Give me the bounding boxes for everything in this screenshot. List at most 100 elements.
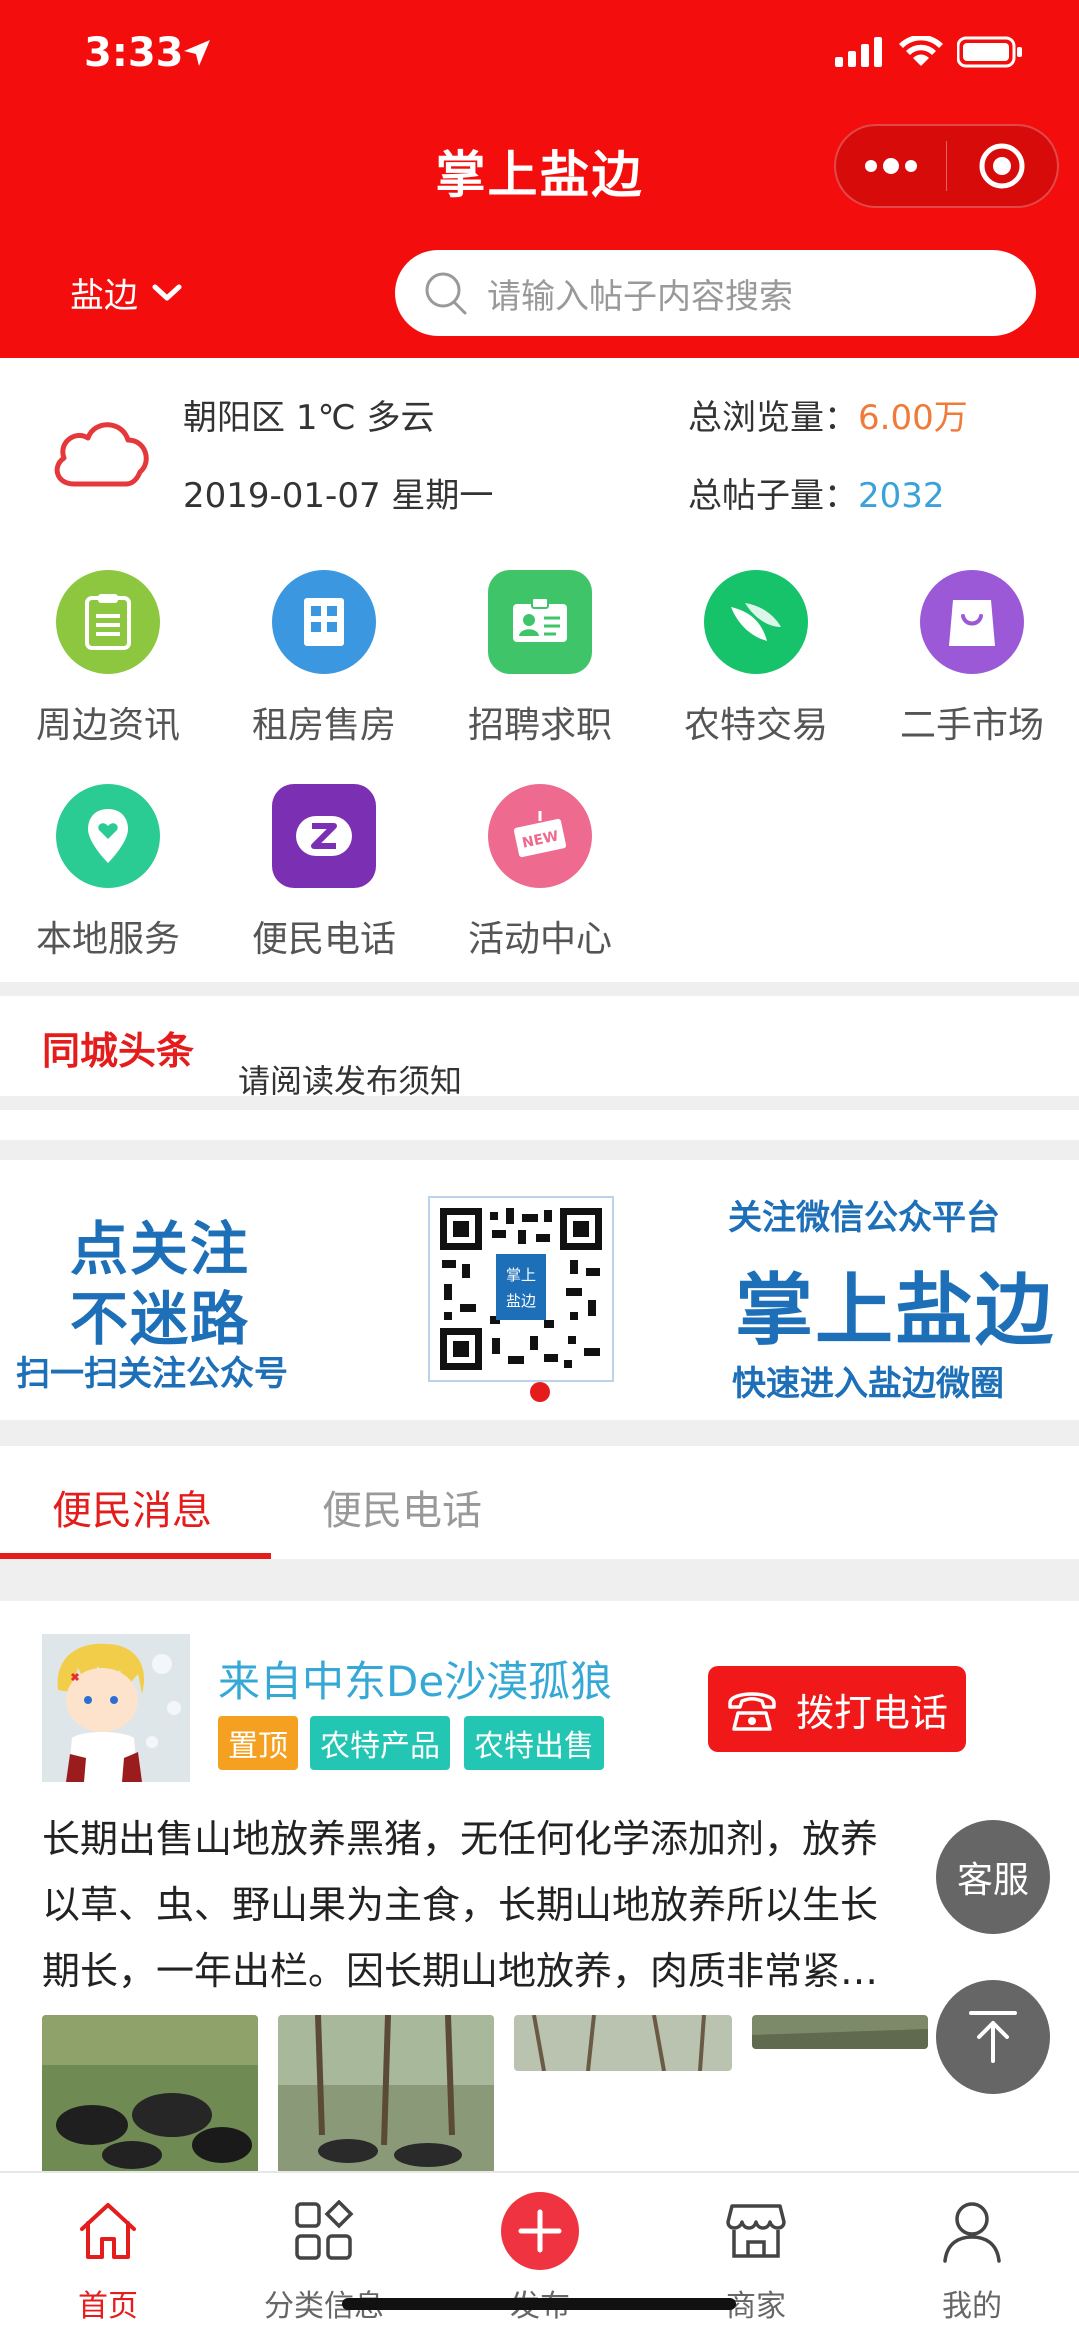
phone-app-icon: [272, 784, 376, 888]
total-posts-value: 2032: [858, 476, 945, 516]
post-text-line[interactable]: 以草、虫、野山果为主食，长期山地放养所以生长: [42, 1874, 878, 1929]
date-line: 2019-01-07 星期一: [183, 468, 493, 517]
search-icon: [425, 272, 467, 315]
post-photo[interactable]: [278, 2015, 494, 2175]
user-icon: [922, 2191, 1022, 2271]
category-item-news[interactable]: 周边资讯: [0, 570, 216, 748]
app-header: 3:33 掌上盐边 盐边 请输入帖子内容搜索: [0, 0, 1079, 358]
headline-title: 同城头条: [42, 1029, 195, 1073]
tabbar-item-merchants[interactable]: 商家: [648, 2173, 864, 2337]
category-item-jobs[interactable]: 招聘求职: [432, 570, 648, 748]
customer-service-label: 客服: [956, 1860, 1029, 1901]
store-icon: [706, 2191, 806, 2271]
cloud-icon: [54, 422, 149, 487]
section-divider: [0, 1559, 1079, 1601]
building-icon: [272, 570, 376, 674]
post-username[interactable]: 来自中东De沙漠孤狼: [218, 1648, 612, 1709]
qr-center-text-top: 掌上: [506, 1266, 536, 1284]
section-divider: [0, 1420, 1079, 1446]
total-posts-label: 总帖子量：: [688, 476, 858, 516]
info-strip: 朝阳区 1℃ 多云 2019-01-07 星期一 总浏览量：6.00万 总帖子量…: [0, 358, 1079, 553]
telephone-icon: [728, 1692, 776, 1731]
category-label: 活动中心: [467, 919, 612, 960]
signal-icon: [835, 37, 882, 67]
location-arrow-icon: [184, 40, 210, 66]
target-icon: [979, 143, 1025, 189]
post-photo[interactable]: [752, 2015, 928, 2049]
category-item-housing[interactable]: 租房售房: [216, 570, 432, 748]
home-indicator: [342, 2298, 736, 2310]
avatar[interactable]: [42, 1634, 190, 1782]
category-label: 招聘求职: [467, 705, 612, 746]
close-miniprogram-button[interactable]: [947, 126, 1057, 206]
weather-text: 多云: [366, 398, 435, 438]
tag-farm-sale: 农特出售: [464, 1716, 604, 1770]
city-selector[interactable]: 盐边: [70, 268, 182, 317]
category-label: 农特交易: [683, 705, 828, 746]
follow-banner[interactable]: 点关注 不迷路 扫一扫关注公众号 掌上 盐边 关注微信公众平台 掌上盐边 快速进…: [0, 1160, 1079, 1420]
location-pin-icon: [56, 784, 160, 888]
leaf-icon: [704, 570, 808, 674]
banner-slogan-3: 扫一扫关注公众号: [16, 1354, 288, 1394]
tabbar-item-home[interactable]: 首页: [0, 2173, 216, 2337]
section-divider: [0, 1140, 1079, 1160]
tag-farm-product: 农特产品: [310, 1716, 450, 1770]
category-item-second-hand[interactable]: 二手市场: [864, 570, 1079, 748]
clipboard-icon: [56, 570, 160, 674]
bottom-tab-bar: 首页 分类信息 发布 商家 我的: [0, 2171, 1079, 2337]
qr-center-text-bottom: 盐边: [506, 1292, 536, 1310]
temperature: 1℃: [295, 398, 356, 438]
category-grid-icon: [274, 2191, 374, 2271]
home-icon: [58, 2191, 158, 2271]
category-label: 周边资讯: [35, 705, 180, 746]
more-dots-icon: [864, 158, 917, 174]
tabbar-label: 我的: [942, 2289, 1002, 2324]
weekday: 星期一: [391, 476, 494, 516]
post-photo[interactable]: [42, 2015, 258, 2175]
post-text-line[interactable]: 长期出售山地放养黑猪，无任何化学添加剂，放养: [42, 1808, 878, 1863]
back-to-top-button[interactable]: [936, 1980, 1050, 2094]
new-badge-icon: NEW: [488, 784, 592, 888]
search-input[interactable]: 请输入帖子内容搜索: [395, 250, 1036, 336]
tabbar-label: 首页: [78, 2289, 138, 2324]
total-views-value: 6.00万: [858, 398, 968, 438]
plus-circle-icon: [490, 2191, 590, 2271]
total-views-label: 总浏览量：: [688, 398, 858, 438]
tabbar-item-publish[interactable]: 发布: [432, 2173, 648, 2337]
chevron-down-icon: [152, 284, 182, 300]
category-item-phone[interactable]: 便民电话: [216, 784, 432, 962]
status-indicators: [835, 36, 1023, 68]
tab-convenience-phone[interactable]: 便民电话: [322, 1478, 482, 1536]
battery-icon: [957, 36, 1022, 68]
district: 朝阳区: [183, 398, 285, 438]
category-label: 租房售房: [251, 705, 396, 746]
tab-convenience-messages[interactable]: 便民消息: [52, 1478, 212, 1536]
tabbar-item-profile[interactable]: 我的: [864, 2173, 1079, 2337]
total-posts: 总帖子量：2032: [688, 468, 945, 517]
customer-service-button[interactable]: 客服: [936, 1820, 1050, 1934]
post-photo[interactable]: [514, 2015, 732, 2071]
category-item-local-service[interactable]: 本地服务: [0, 784, 216, 962]
section-divider: [0, 982, 1079, 996]
tag-pinned: 置顶: [218, 1716, 298, 1770]
more-button[interactable]: [836, 126, 946, 206]
shopping-bag-icon: [920, 570, 1024, 674]
post-text-line[interactable]: 期长，一年出栏。因长期山地放养，肉质非常紧…: [42, 1940, 878, 1995]
date: 2019-01-07: [183, 476, 381, 516]
category-item-farm-trade[interactable]: 农特交易: [648, 570, 864, 748]
banner-slogan-2: 不迷路: [70, 1285, 251, 1353]
banner-enter-text: 快速进入盐边微圈: [732, 1364, 1004, 1404]
search-placeholder: 请输入帖子内容搜索: [487, 276, 793, 317]
category-label: 二手市场: [899, 705, 1044, 746]
banner-follow-text: 关注微信公众平台: [728, 1198, 1000, 1238]
banner-brand: 掌上盐边: [735, 1266, 1056, 1356]
status-time: 3:33: [84, 30, 184, 76]
call-button[interactable]: 拨打电话: [708, 1666, 966, 1752]
category-item-events[interactable]: NEW 活动中心: [432, 784, 648, 962]
total-views: 总浏览量：6.00万: [688, 390, 968, 439]
call-button-label: 拨打电话: [795, 1690, 948, 1735]
city-label: 盐边: [70, 276, 138, 316]
miniprogram-capsule: [834, 124, 1059, 208]
qr-code: 掌上 盐边: [428, 1196, 614, 1382]
tabbar-item-categories[interactable]: 分类信息: [216, 2173, 432, 2337]
